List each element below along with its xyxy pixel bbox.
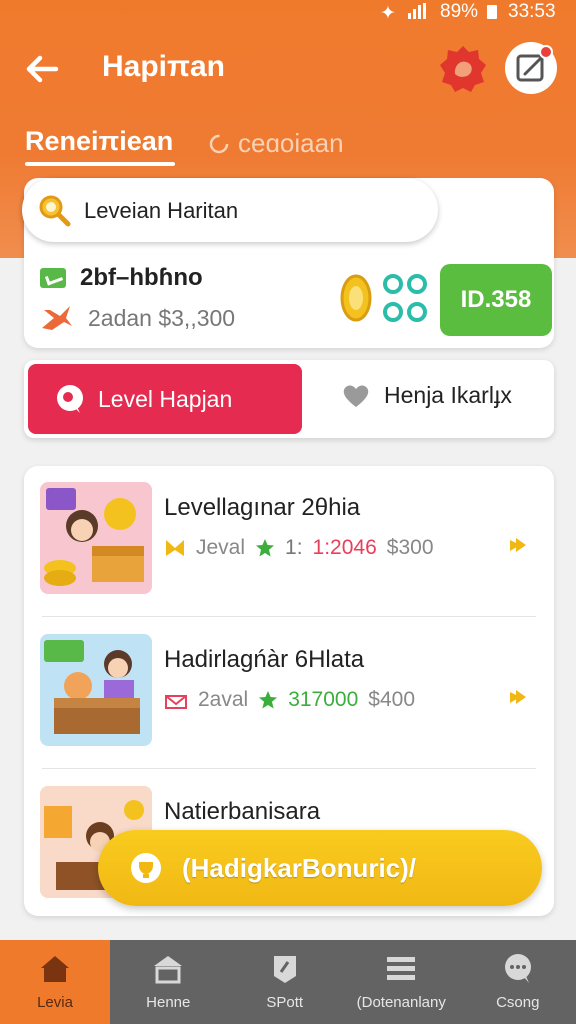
offer-image (40, 482, 152, 594)
balance-button[interactable]: ID.358 (440, 264, 552, 336)
offer-meta-label: Jeval (196, 536, 246, 559)
chevron-right-icon[interactable] (506, 686, 528, 708)
nav-item-dotenanlany[interactable]: (Dotenanlany (343, 940, 460, 1024)
battery-percentage: 89% (440, 1, 479, 22)
tab-inactive[interactable]: ceɑoiaan (208, 128, 344, 159)
shop-icon (154, 956, 183, 984)
sport-icon (273, 956, 296, 983)
offer-image (40, 634, 152, 746)
refresh-icon (209, 134, 229, 153)
app-bar: Hapiπan (0, 36, 576, 100)
summary-line-1-text: 2bf–hbɦno (80, 264, 203, 291)
heart-icon (343, 384, 369, 407)
nav-item-levia[interactable]: Levia (0, 940, 110, 1024)
divider (42, 616, 536, 617)
status-time: 33:53 (508, 1, 556, 22)
gift-icon (165, 695, 187, 709)
bonus-button-label: (HadigkarBonuric)/ (182, 852, 417, 883)
bluetooth-icon: ✦ (380, 3, 396, 24)
nav-label: SPott (266, 994, 304, 1011)
rings-icon (383, 274, 427, 322)
segment-level[interactable]: Level Hapjan (28, 364, 302, 434)
nav-label: Levia (37, 994, 73, 1011)
ribbon-icon (166, 540, 184, 556)
tab-bar: Reneiπiean ceɑoiaan (0, 118, 576, 168)
battery-icon (487, 5, 497, 19)
divider (42, 768, 536, 769)
nav-label: Csong (496, 994, 540, 1011)
offer-price: $300 (386, 536, 434, 559)
back-button[interactable] (22, 48, 64, 90)
offer-title: Levellagınar 2θhia (164, 494, 361, 521)
offer-meta-value: 317000 (288, 688, 359, 711)
trophy-icon (131, 853, 161, 883)
nav-item-spott[interactable]: SPott (227, 940, 344, 1024)
segmented-control: Level Hapjan Henja Ikarlɟx (24, 360, 554, 438)
bottom-navigation: Levia Henne SPott (Dotenanlany Csong (0, 940, 576, 1024)
page-title: Hapiπan (102, 50, 225, 83)
segment-favorite-label: Henja Ikarlɟx (384, 382, 512, 408)
summary-line-2-text: 2adan $3,,300 (88, 304, 236, 331)
chevron-right-icon[interactable] (506, 534, 528, 556)
nav-label: Henne (146, 994, 191, 1011)
nav-item-csong[interactable]: Csong (460, 940, 576, 1024)
star-icon (256, 539, 275, 557)
offer-meta: Jeval 1: 1:2046 $300 (164, 536, 434, 560)
tab-active[interactable]: Reneiπiean (25, 126, 173, 157)
coins-icon (340, 274, 372, 322)
search-icon (39, 195, 71, 227)
back-arrow-icon (26, 55, 59, 83)
chat-bubble-icon (57, 385, 83, 413)
tab-inactive-label: ceɑoiaan (238, 128, 344, 158)
check-badge-icon (40, 268, 66, 288)
list-item[interactable]: Levellagınar 2θhia Jeval 1: 1:2046 $300 (24, 466, 554, 616)
offer-title: Hadirlagńàr 6Hlata (164, 646, 365, 673)
edit-button[interactable] (505, 42, 557, 94)
summary-line-2: 2adan $3,,300 (40, 304, 235, 332)
plane-icon (42, 306, 72, 330)
offer-title: Natierbanisara (164, 798, 321, 825)
offer-meta-label: 2aval (198, 688, 249, 711)
search-value: Leveian Haritan (84, 198, 239, 223)
star-icon (259, 691, 278, 709)
list-icon (387, 957, 416, 980)
segment-favorite[interactable]: Henja Ikarlɟx (342, 382, 512, 409)
bonus-button[interactable]: (HadigkarBonuric)/ (98, 830, 542, 906)
notification-dot (539, 45, 553, 59)
search-input[interactable]: Leveian Haritan (22, 178, 438, 242)
badge-icon (440, 46, 486, 92)
signal-icon (408, 3, 426, 19)
summary-line-1: 2bf–hbɦno (40, 264, 203, 292)
nav-item-henne[interactable]: Henne (110, 940, 227, 1024)
nav-label: (Dotenanlany (356, 994, 446, 1011)
offer-price: $400 (368, 688, 415, 711)
home-icon (41, 956, 69, 982)
status-bar: ✦ 89% 33:53 (0, 0, 576, 26)
tab-indicator (25, 162, 175, 166)
segment-level-label: Level Hapjan (98, 385, 233, 412)
badge-button[interactable] (438, 44, 488, 94)
list-item[interactable]: Hadirlagńàr 6Hlata 2aval 317000 $400 (24, 618, 554, 768)
offer-meta: 2aval 317000 $400 (164, 688, 415, 712)
chat-icon (504, 954, 531, 983)
offer-meta-value: 1:2046 (312, 536, 377, 559)
